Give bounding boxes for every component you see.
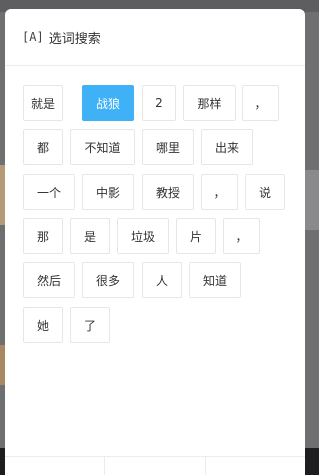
word-chip[interactable]: 不知道 bbox=[70, 129, 135, 165]
dialog-header: [A] 选词搜索 bbox=[5, 9, 305, 66]
footer-action-button[interactable] bbox=[206, 457, 305, 475]
dialog-footer bbox=[5, 456, 305, 475]
word-chip[interactable]: 那样 bbox=[183, 85, 236, 121]
word-chip-selected[interactable]: 战狼 bbox=[82, 85, 134, 121]
word-chip[interactable]: 就是 bbox=[23, 85, 63, 121]
background-thumbnail bbox=[305, 170, 319, 230]
word-chip[interactable]: 中影 bbox=[82, 174, 134, 210]
footer-action-button[interactable] bbox=[105, 457, 206, 475]
word-chip[interactable]: 知道 bbox=[189, 262, 241, 298]
word-chip[interactable]: ， bbox=[201, 174, 238, 210]
word-chip[interactable]: ， bbox=[242, 85, 279, 121]
word-chip[interactable]: 人 bbox=[142, 262, 182, 298]
word-select-dialog: [A] 选词搜索 就是 战狼 2 那样 ， 都 不知道 哪里 出来 一个 中影 … bbox=[5, 9, 305, 475]
word-chip[interactable]: 2 bbox=[142, 85, 176, 121]
word-chip[interactable]: 教授 bbox=[142, 174, 194, 210]
footer-action-button[interactable] bbox=[5, 457, 106, 475]
word-chip[interactable]: 哪里 bbox=[142, 129, 194, 165]
word-chip[interactable]: 是 bbox=[70, 218, 110, 254]
text-select-icon: [A] bbox=[22, 30, 44, 44]
word-chip[interactable]: 都 bbox=[23, 129, 63, 165]
word-chip[interactable]: 她 bbox=[23, 307, 63, 343]
word-chip[interactable]: 很多 bbox=[82, 262, 134, 298]
dialog-title: 选词搜索 bbox=[48, 31, 101, 47]
word-chip[interactable]: 垃圾 bbox=[117, 218, 169, 254]
word-chip[interactable]: 说 bbox=[245, 174, 285, 210]
word-chip[interactable]: 那 bbox=[23, 218, 63, 254]
word-chip[interactable]: ， bbox=[223, 218, 260, 254]
word-chip[interactable]: 然后 bbox=[23, 262, 75, 298]
word-chip[interactable]: 出来 bbox=[201, 129, 253, 165]
word-chip[interactable]: 一个 bbox=[23, 174, 75, 210]
word-chip[interactable]: 了 bbox=[70, 307, 110, 343]
word-chip[interactable]: 片 bbox=[176, 218, 216, 254]
